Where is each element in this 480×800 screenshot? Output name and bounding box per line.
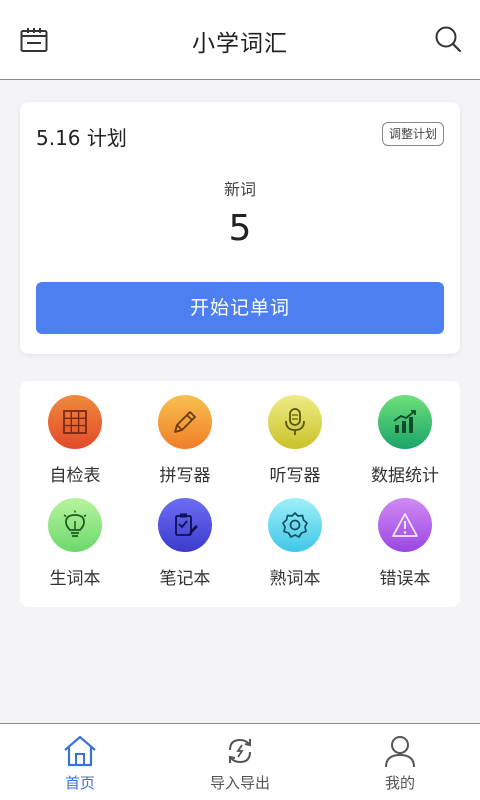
new-words-count: 5 xyxy=(228,208,252,249)
tool-label: 拼写器 xyxy=(159,466,211,486)
tool-label: 错误本 xyxy=(379,569,431,589)
tab-label: 首页 xyxy=(64,774,95,792)
top-app-bar: 小学词汇 xyxy=(0,0,480,80)
tool-label: 笔记本 xyxy=(159,569,211,589)
tool-dictation[interactable]: 听写器 xyxy=(240,381,350,486)
pencil-icon xyxy=(158,395,212,449)
tab-mine[interactable]: 我的 xyxy=(320,724,480,800)
tool-statistics[interactable]: 数据统计 xyxy=(350,381,460,486)
grid-table-icon xyxy=(48,395,102,449)
tool-mistakes-book[interactable]: 错误本 xyxy=(350,484,460,589)
daily-plan-card: 5.16 计划 调整计划 新词 5 开始记单词 xyxy=(20,102,460,354)
start-memorizing-button[interactable]: 开始记单词 xyxy=(36,282,444,334)
tool-familiar-words-book[interactable]: 熟词本 xyxy=(240,484,350,589)
tool-notebook[interactable]: 笔记本 xyxy=(130,484,240,589)
tool-spelling[interactable]: 拼写器 xyxy=(130,381,240,486)
home-icon xyxy=(64,735,96,767)
user-icon xyxy=(385,736,415,768)
plan-title: 5.16 计划 xyxy=(36,126,127,150)
sync-arrows-icon xyxy=(229,738,251,764)
tab-import-export[interactable]: 导入导出 xyxy=(160,724,320,800)
tab-home[interactable]: 首页 xyxy=(0,724,160,800)
tool-label: 数据统计 xyxy=(371,466,439,486)
tab-label: 导入导出 xyxy=(209,774,270,792)
tools-grid: 自检表 拼写器 听写器 数据统计 生词本 笔记本 熟词本 错误本 xyxy=(20,381,460,607)
page-title: 小学词汇 xyxy=(192,31,288,57)
new-words-label: 新词 xyxy=(223,180,256,199)
tool-label: 自检表 xyxy=(49,466,101,486)
bar-chart-icon xyxy=(378,395,432,449)
tool-self-check[interactable]: 自检表 xyxy=(20,381,130,486)
microphone-icon xyxy=(268,395,322,449)
warning-icon xyxy=(378,498,432,552)
tool-new-words-book[interactable]: 生词本 xyxy=(20,484,130,589)
lightbulb-icon xyxy=(48,498,102,552)
tool-label: 听写器 xyxy=(269,466,321,486)
gear-icon xyxy=(268,498,322,552)
adjust-plan-button[interactable]: 调整计划 xyxy=(381,122,444,146)
clipboard-pen-icon xyxy=(158,498,212,552)
tool-label: 熟词本 xyxy=(269,569,321,589)
tab-label: 我的 xyxy=(384,774,415,792)
tool-label: 生词本 xyxy=(49,569,101,589)
bottom-tab-bar: 首页 导入导出 我的 xyxy=(0,723,480,800)
search-icon[interactable] xyxy=(434,25,462,53)
